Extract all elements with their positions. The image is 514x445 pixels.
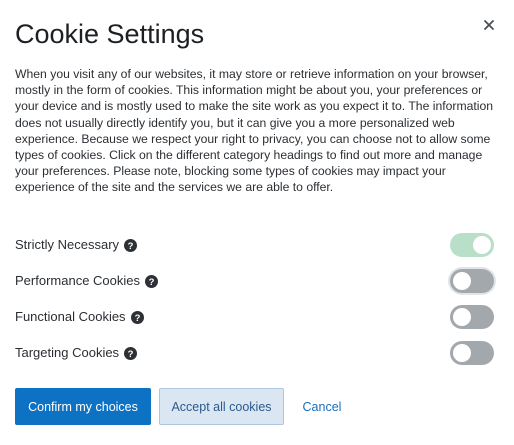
accept-all-cookies-button[interactable]: Accept all cookies	[159, 388, 284, 425]
strictly-necessary-toggle[interactable]	[450, 233, 494, 257]
category-functional-cookies[interactable]: Functional Cookies ?	[15, 304, 500, 330]
category-label: Functional Cookies	[15, 309, 126, 324]
close-icon	[484, 20, 494, 30]
svg-text:?: ?	[134, 313, 140, 324]
svg-text:?: ?	[128, 349, 134, 360]
close-button[interactable]	[478, 14, 500, 36]
dialog-title: Cookie Settings	[15, 19, 205, 49]
cancel-button[interactable]: Cancel	[294, 388, 350, 425]
category-targeting-cookies[interactable]: Targeting Cookies ?	[15, 340, 500, 366]
toggle-knob	[473, 236, 491, 254]
help-icon[interactable]: ?	[124, 238, 138, 252]
category-strictly-necessary[interactable]: Strictly Necessary ?	[15, 232, 500, 258]
toggle-knob	[453, 344, 471, 362]
toggle-knob	[453, 272, 471, 290]
dialog-description: When you visit any of our websites, it m…	[15, 67, 494, 195]
svg-text:?: ?	[128, 241, 134, 252]
category-label: Strictly Necessary	[15, 237, 120, 252]
category-performance-cookies[interactable]: Performance Cookies ?	[15, 268, 500, 294]
help-icon[interactable]: ?	[124, 346, 138, 360]
targeting-cookies-toggle[interactable]	[450, 341, 494, 365]
category-label: Targeting Cookies	[15, 345, 120, 360]
svg-text:?: ?	[149, 277, 155, 288]
functional-cookies-toggle[interactable]	[450, 305, 494, 329]
toggle-knob	[453, 308, 471, 326]
performance-cookies-toggle[interactable]	[450, 269, 494, 293]
cookie-settings-dialog: Cookie Settings When you visit any of ou…	[0, 0, 514, 445]
help-icon[interactable]: ?	[130, 310, 144, 324]
confirm-choices-button[interactable]: Confirm my choices	[15, 388, 151, 425]
category-label: Performance Cookies	[15, 273, 140, 288]
help-icon[interactable]: ?	[145, 274, 158, 288]
